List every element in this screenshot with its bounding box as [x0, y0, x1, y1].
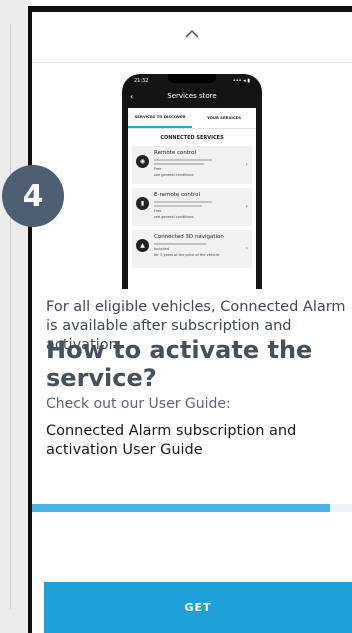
left-divider [10, 24, 11, 609]
mock-card-price: Included [154, 246, 169, 251]
mock-status-time: 21:32 [134, 78, 149, 84]
mock-panel: SERVICES TO DISCOVER YOUR SERVICES CONNE… [128, 108, 256, 289]
scroll-progress-fill [32, 504, 330, 512]
car-icon: ◉ [136, 155, 149, 168]
collapse-handle[interactable] [32, 12, 352, 56]
mock-status-icons: ••• ◂ ▮ [232, 78, 250, 84]
mock-service-card: ▮ E-remote control Free see general cond… [132, 188, 252, 226]
mock-section-title: CONNECTED SERVICES [160, 135, 224, 141]
mock-card-desc-line [154, 162, 204, 165]
mock-card-terms: see general conditions [154, 214, 194, 219]
mock-nav-bar: ‹ Services store [122, 88, 262, 104]
chevron-right-icon: › [245, 203, 248, 210]
get-button[interactable]: GET [44, 582, 352, 633]
mock-card-desc-line [154, 200, 212, 203]
mock-service-card: ◉ Remote control Free see general condit… [132, 146, 252, 184]
back-icon: ‹ [130, 91, 134, 101]
step-badge: 4 [2, 165, 64, 227]
chevron-right-icon: › [245, 161, 248, 168]
phone-frame: 21:32 ••• ◂ ▮ ‹ Services store SERVICES … [28, 6, 352, 633]
chevron-right-icon: › [245, 245, 248, 252]
scroll-progress-bar [32, 504, 352, 512]
section-heading: How to activate the service? [46, 336, 313, 392]
mock-card-desc-line [154, 204, 202, 207]
user-guide-label: Check out our User Guide: [46, 396, 231, 412]
mock-card-terms: see general conditions [154, 172, 194, 177]
plug-icon: ▮ [136, 197, 149, 210]
mock-tab-discover: SERVICES TO DISCOVER [128, 108, 192, 128]
mock-card-desc-line [154, 242, 206, 245]
phone-notch [168, 74, 216, 83]
mock-card-title: Remote control [154, 150, 197, 156]
mock-nav-title: Services store [167, 92, 217, 100]
mock-card-price: Free [154, 166, 162, 171]
navigation-icon: ▲ [136, 239, 149, 252]
mock-card-desc-line [154, 158, 212, 161]
background-strip [0, 0, 30, 633]
chevron-up-icon [185, 29, 199, 38]
mock-card-terms: for 3 years at the price of the vehicle [154, 252, 220, 257]
header-divider [32, 62, 352, 63]
mock-tab-your-services: YOUR SERVICES [207, 114, 241, 120]
mock-service-card: ▲ Connected 3D navigation Included for 3… [132, 230, 252, 268]
app-screen: 21:32 ••• ◂ ▮ ‹ Services store SERVICES … [32, 12, 352, 633]
mock-card-title: E-remote control [154, 192, 201, 198]
services-store-screenshot: 21:32 ••• ◂ ▮ ‹ Services store SERVICES … [122, 74, 262, 289]
mock-card-title: Connected 3D navigation [154, 234, 224, 240]
mock-tabs: SERVICES TO DISCOVER YOUR SERVICES [128, 108, 256, 129]
mock-card-price: Free [154, 208, 162, 213]
user-guide-link[interactable]: Connected Alarm subscription and activat… [46, 422, 338, 460]
